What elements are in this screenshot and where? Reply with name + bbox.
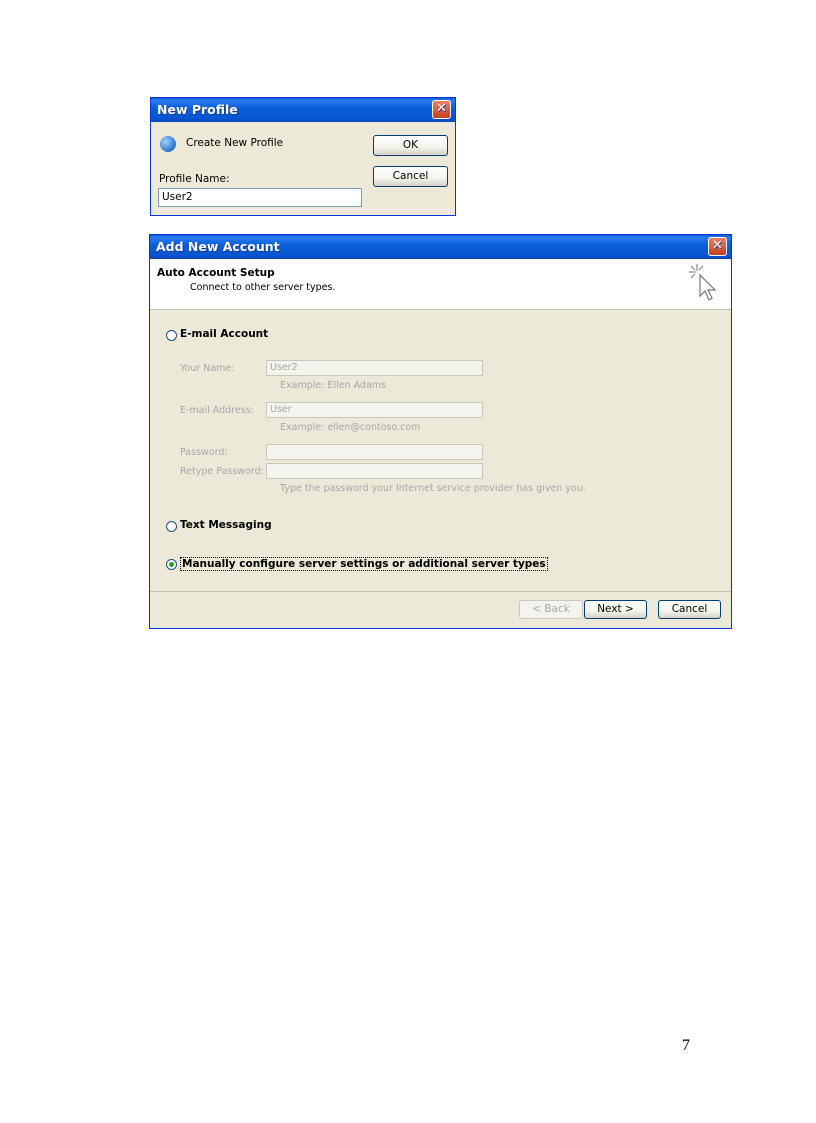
email-address-label: E-mail Address: bbox=[180, 405, 254, 416]
cancel-button[interactable]: Cancel bbox=[373, 166, 448, 187]
header-title: Auto Account Setup bbox=[157, 267, 275, 279]
password-hint: Type the password your Internet service … bbox=[280, 483, 586, 494]
profile-globe-icon bbox=[160, 136, 176, 152]
wizard-header: Auto Account Setup Connect to other serv… bbox=[150, 259, 731, 310]
add-account-title: Add New Account bbox=[156, 239, 280, 254]
page-number: 7 bbox=[682, 1037, 690, 1054]
text-messaging-radio[interactable] bbox=[166, 521, 177, 532]
manual-config-radio[interactable] bbox=[166, 559, 177, 570]
create-profile-caption: Create New Profile bbox=[186, 137, 284, 149]
your-name-hint: Example: Ellen Adams bbox=[280, 380, 386, 391]
cancel-button[interactable]: Cancel bbox=[658, 600, 721, 619]
new-profile-title: New Profile bbox=[157, 102, 238, 117]
profile-name-label: Profile Name: bbox=[159, 173, 230, 185]
email-address-hint: Example: ellen@contoso.com bbox=[280, 422, 421, 433]
retype-password-label: Retype Password: bbox=[180, 466, 264, 477]
add-new-account-dialog: Add New Account ✕ Auto Account Setup Con… bbox=[149, 234, 732, 629]
new-profile-dialog: New Profile ✕ Create New Profile OK Canc… bbox=[150, 97, 456, 216]
profile-name-input[interactable]: User2 bbox=[158, 188, 362, 207]
email-account-radio[interactable] bbox=[166, 330, 177, 341]
new-profile-titlebar: New Profile ✕ bbox=[151, 98, 455, 122]
email-account-label[interactable]: E-mail Account bbox=[180, 328, 268, 340]
wizard-cursor-icon bbox=[689, 264, 717, 301]
add-account-titlebar: Add New Account ✕ bbox=[150, 235, 731, 259]
header-subtitle: Connect to other server types. bbox=[190, 282, 336, 293]
manual-config-label[interactable]: Manually configure server settings or ad… bbox=[180, 557, 548, 571]
footer-divider bbox=[150, 591, 731, 592]
ok-button[interactable]: OK bbox=[373, 135, 448, 156]
close-icon[interactable]: ✕ bbox=[432, 100, 451, 119]
password-input[interactable] bbox=[266, 444, 483, 460]
close-icon[interactable]: ✕ bbox=[708, 237, 727, 256]
back-button[interactable]: < Back bbox=[519, 600, 583, 619]
your-name-input[interactable]: User2 bbox=[266, 360, 483, 376]
your-name-label: Your Name: bbox=[180, 363, 235, 374]
text-messaging-label[interactable]: Text Messaging bbox=[180, 519, 272, 531]
next-button[interactable]: Next > bbox=[584, 600, 647, 619]
email-address-input[interactable]: User bbox=[266, 402, 483, 418]
retype-password-input[interactable] bbox=[266, 463, 483, 479]
password-label: Password: bbox=[180, 447, 228, 458]
